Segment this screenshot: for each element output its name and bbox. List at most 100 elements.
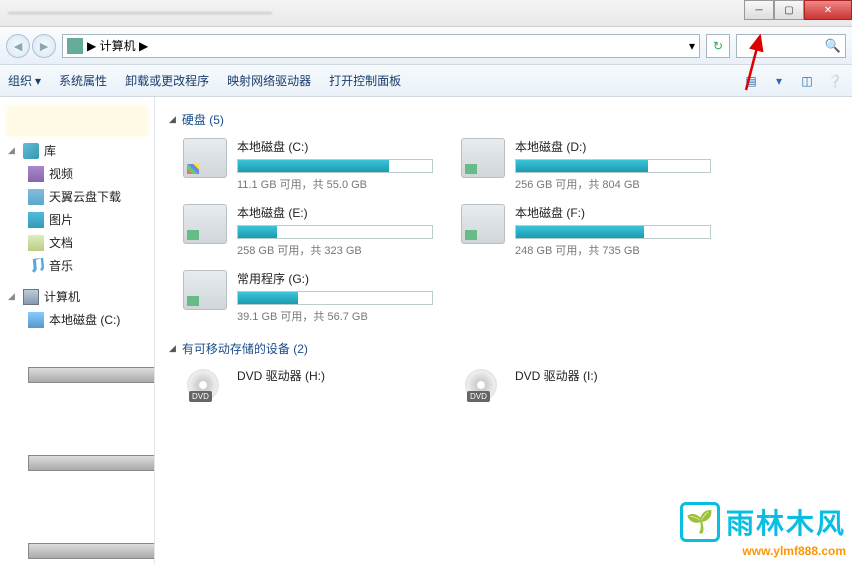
watermark-text: 雨林木风 (726, 502, 846, 542)
collapse-icon[interactable]: ◢ (8, 291, 18, 302)
search-icon: 🔍 (825, 38, 841, 54)
drive-stats: 258 GB 可用，共 323 GB (237, 242, 433, 258)
computer-icon (67, 38, 83, 54)
sidebar-item-label: 本地磁盘 (C:) (49, 311, 120, 328)
hdd-icon (183, 270, 227, 310)
drive-stats: 39.1 GB 可用，共 56.7 GB (237, 308, 433, 324)
navbar: ◄ ► ▶ 计算机 ▶ ▾ ↻ 🔍 (0, 27, 852, 65)
sidebar-item-label: 天翼云盘下载 (49, 188, 121, 205)
control-panel-button[interactable]: 打开控制面板 (329, 72, 401, 89)
sidebar-item-vid[interactable]: 视频 (0, 162, 154, 185)
breadcrumb-arrow-2[interactable]: ▶ (139, 39, 148, 53)
sidebar-drive[interactable]: 本地磁盘 (C:) (0, 308, 154, 331)
collapse-icon[interactable]: ◢ (8, 145, 18, 156)
drive-name: 常用程序 (G:) (237, 270, 433, 287)
sidebar-item-label: 视频 (49, 165, 73, 182)
hdd-icon (183, 204, 227, 244)
drive-item[interactable]: 本地磁盘 (D:) 256 GB 可用，共 804 GB (461, 138, 711, 192)
capacity-bar (237, 159, 433, 173)
refresh-button[interactable]: ↻ (706, 34, 730, 58)
vid-icon (28, 166, 44, 182)
watermark-url: www.ylmf888.com (680, 544, 846, 558)
section-removable[interactable]: ◢有可移动存储的设备 (2) (169, 340, 838, 357)
chevron-down-icon[interactable]: ▾ (770, 72, 788, 90)
forward-button[interactable]: ► (32, 34, 56, 58)
library-icon (23, 143, 39, 159)
sidebar-drive[interactable]: 本地磁盘 (F:) (0, 507, 154, 564)
sidebar-drive[interactable]: 本地磁盘 (E:) (0, 419, 154, 507)
drive-item[interactable]: 本地磁盘 (F:) 248 GB 可用，共 735 GB (461, 204, 711, 258)
sidebar-item-pic[interactable]: 图片 (0, 208, 154, 231)
doc-icon (28, 235, 44, 251)
sidebar: ◢库 视频天翼云盘下载图片文档音乐 ◢计算机 本地磁盘 (C:) 本地磁盘 (D:… (0, 97, 155, 564)
back-button[interactable]: ◄ (6, 34, 30, 58)
map-drive-button[interactable]: 映射网络驱动器 (227, 72, 311, 89)
dvd-icon (461, 367, 505, 407)
main-pane: ◢硬盘 (5) 本地磁盘 (C:)11.1 GB 可用，共 55.0 GB本地磁… (155, 97, 852, 564)
close-button[interactable]: ✕ (804, 0, 852, 20)
title-text: ———————————————————————— (8, 7, 272, 19)
sidebar-drive[interactable]: 本地磁盘 (D:) (0, 331, 154, 419)
drive-name: DVD 驱动器 (I:) (515, 367, 711, 384)
uninstall-button[interactable]: 卸载或更改程序 (125, 72, 209, 89)
window-controls: ─ ▢ ✕ (744, 0, 852, 26)
sidebar-computer[interactable]: ◢计算机 (0, 285, 154, 308)
favorites-blurred (6, 105, 148, 137)
drive-name: DVD 驱动器 (H:) (237, 367, 433, 384)
sidebar-library[interactable]: ◢库 (0, 139, 154, 162)
minimize-button[interactable]: ─ (744, 0, 774, 20)
system-properties-button[interactable]: 系统属性 (59, 72, 107, 89)
cloud-icon (28, 189, 44, 205)
drive-name: 本地磁盘 (E:) (237, 204, 433, 221)
drive-name: 本地磁盘 (C:) (237, 138, 433, 155)
sidebar-item-label: 文档 (49, 234, 73, 251)
music-icon (28, 258, 44, 274)
sidebar-item-cloud[interactable]: 天翼云盘下载 (0, 185, 154, 208)
dropdown-icon[interactable]: ▾ (689, 39, 695, 53)
search-input[interactable]: 🔍 (736, 34, 846, 58)
sidebar-item-label: 音乐 (49, 257, 73, 274)
pic-icon (28, 212, 44, 228)
chevron-down-icon: ▾ (35, 74, 41, 88)
optical-drive-item[interactable]: DVD 驱动器 (I:) (461, 367, 711, 407)
breadcrumb-root[interactable]: 计算机 (100, 37, 136, 54)
drive-item[interactable]: 本地磁盘 (E:) 258 GB 可用，共 323 GB (183, 204, 433, 258)
sidebar-item-label: 图片 (49, 211, 73, 228)
drive-item[interactable]: 本地磁盘 (C:) 11.1 GB 可用，共 55.0 GB (183, 138, 433, 192)
capacity-bar (515, 225, 711, 239)
watermark-logo-icon: 🌱 (680, 502, 720, 542)
organize-menu[interactable]: 组织 ▾ (8, 72, 41, 89)
drive-stats: 248 GB 可用，共 735 GB (515, 242, 711, 258)
collapse-icon[interactable]: ◢ (169, 343, 176, 354)
collapse-icon[interactable]: ◢ (169, 114, 176, 125)
section-hdd[interactable]: ◢硬盘 (5) (169, 111, 838, 128)
optical-drive-item[interactable]: DVD 驱动器 (H:) (183, 367, 433, 407)
toolbar: 组织 ▾ 系统属性 卸载或更改程序 映射网络驱动器 打开控制面板 ▤ ▾ ◫ ❔ (0, 65, 852, 97)
drive-item[interactable]: 常用程序 (G:) 39.1 GB 可用，共 56.7 GB (183, 270, 433, 324)
hdd-icon (461, 204, 505, 244)
content: ◢库 视频天翼云盘下载图片文档音乐 ◢计算机 本地磁盘 (C:) 本地磁盘 (D:… (0, 97, 852, 564)
capacity-bar (237, 291, 433, 305)
capacity-bar (237, 225, 433, 239)
view-icon[interactable]: ▤ (742, 72, 760, 90)
titlebar: ———————————————————————— ─ ▢ ✕ (0, 0, 852, 27)
address-end: ▾ (689, 39, 695, 53)
capacity-bar (515, 159, 711, 173)
dvd-icon (183, 367, 227, 407)
address-bar[interactable]: ▶ 计算机 ▶ ▾ (62, 34, 700, 58)
sidebar-item-doc[interactable]: 文档 (0, 231, 154, 254)
help-icon[interactable]: ❔ (826, 72, 844, 90)
nav-arrows: ◄ ► (6, 34, 56, 58)
maximize-button[interactable]: ▢ (774, 0, 804, 20)
drive-stats: 11.1 GB 可用，共 55.0 GB (237, 176, 433, 192)
watermark: 🌱 雨林木风 www.ylmf888.com (680, 502, 846, 558)
drive-name: 本地磁盘 (D:) (515, 138, 711, 155)
drive-name: 本地磁盘 (F:) (515, 204, 711, 221)
drive-icon (28, 312, 44, 328)
hdd-icon (183, 138, 227, 178)
drive-icon (28, 543, 155, 559)
preview-pane-icon[interactable]: ◫ (798, 72, 816, 90)
breadcrumb-arrow[interactable]: ▶ (87, 39, 96, 53)
drive-stats: 256 GB 可用，共 804 GB (515, 176, 711, 192)
sidebar-item-music[interactable]: 音乐 (0, 254, 154, 277)
